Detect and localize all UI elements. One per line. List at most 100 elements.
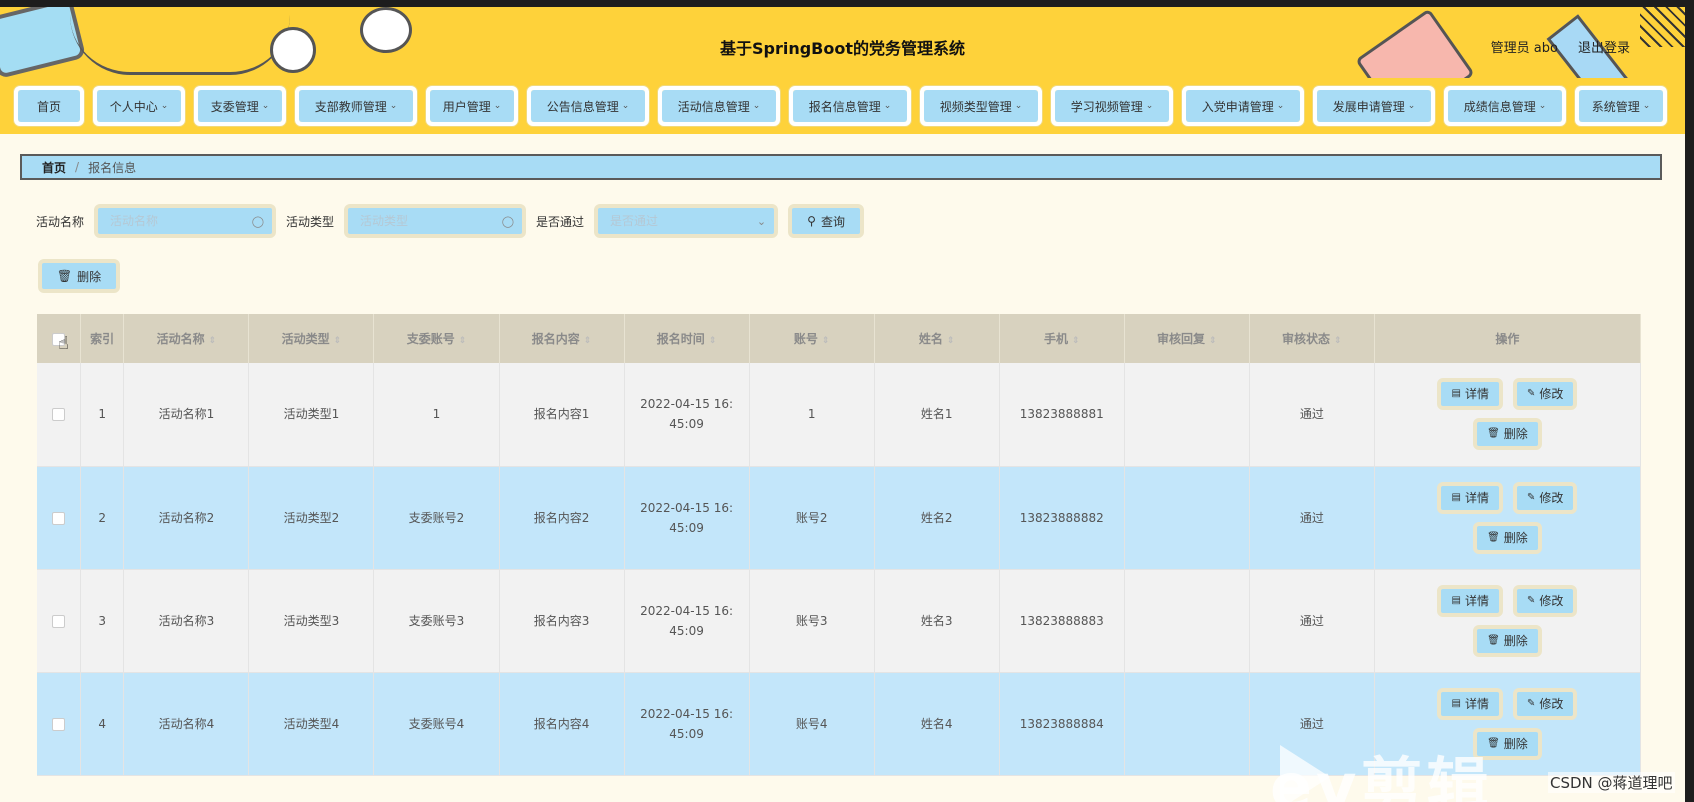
nav-item[interactable]: 报名信息管理 ⌄	[789, 86, 911, 126]
column-header[interactable]: 姓名 ⇕	[874, 314, 1000, 363]
nav-item[interactable]: 支委管理 ⌄	[194, 86, 286, 126]
nav-item[interactable]: 系统管理 ⌄	[1575, 86, 1667, 126]
site-header: 基于SpringBoot的党务管理系统 管理员 abo 退出登录	[0, 7, 1685, 78]
sort-icon[interactable]: ⇕	[584, 336, 592, 346]
nav-item[interactable]: 活动信息管理 ⌄	[658, 86, 780, 126]
nav-item-inner: 公告信息管理 ⌄	[531, 90, 645, 122]
batch-delete-button[interactable]: 🗑 删除	[38, 259, 120, 293]
nav-item-label: 学习视频管理	[1070, 99, 1143, 114]
row-checkbox[interactable]	[51, 717, 65, 731]
table-cell-content: 报名内容2	[499, 466, 625, 570]
nav-item[interactable]: 入党申请管理 ⌄	[1182, 86, 1304, 126]
column-header[interactable]: 账号 ⇕	[749, 314, 875, 363]
column-header[interactable]: 活动类型 ⇕	[248, 314, 375, 363]
chevron-down-icon: ⌄	[261, 101, 270, 111]
sort-icon[interactable]: ⇕	[1334, 336, 1342, 346]
hand-cursor-icon: ☝	[58, 333, 69, 354]
nav-item[interactable]: 公告信息管理 ⌄	[527, 86, 649, 126]
nav-item[interactable]: 视频类型管理 ⌄	[920, 86, 1042, 126]
delete-button[interactable]: 🗑 删除	[1473, 624, 1542, 657]
nav-item[interactable]: 首页	[14, 86, 84, 126]
breadcrumb-home[interactable]: 首页	[42, 159, 66, 176]
column-header: 索引	[80, 314, 125, 363]
pencil-icon: ✎	[1526, 388, 1536, 400]
table-cell-index: 1	[80, 363, 125, 467]
nav-item[interactable]: 成绩信息管理 ⌄	[1444, 86, 1566, 126]
clear-circle-icon: ◯	[251, 214, 265, 228]
edit-button[interactable]: ✎ 修改	[1512, 481, 1578, 514]
document-icon: ▤	[1451, 491, 1461, 503]
edit-button-label: 修改	[1539, 387, 1564, 402]
table-cell-person: 姓名2	[874, 466, 1000, 570]
delete-button-label: 删除	[1503, 736, 1528, 751]
table-cell-reply	[1124, 672, 1250, 776]
table-cell-type: 活动类型1	[248, 363, 375, 467]
registration-table: 索引 活动名称 ⇕ 活动类型 ⇕ 支委账号 ⇕ 报名内容 ⇕ 报名时间 ⇕ 账号 ⇕ 姓名 ⇕…	[37, 314, 1642, 776]
detail-button[interactable]: ▤ 详情	[1437, 584, 1503, 617]
nav-item[interactable]: 用户管理 ⌄	[426, 86, 518, 126]
column-header[interactable]: 审核状态 ⇕	[1249, 314, 1375, 363]
detail-button[interactable]: ▤ 详情	[1437, 378, 1503, 411]
edit-button[interactable]: ✎ 修改	[1512, 378, 1578, 411]
column-header[interactable]: 活动名称 ⇕	[123, 314, 250, 363]
passed-select[interactable]: ⌄	[594, 204, 779, 238]
nav-item-inner: 用户管理 ⌄	[430, 90, 514, 122]
table-cell-actions: ▤ 详情 ✎ 修改 🗑 删除	[1374, 569, 1642, 673]
row-checkbox[interactable]	[51, 511, 65, 525]
user-area: 管理员 abo 退出登录	[1491, 37, 1630, 56]
row-checkbox[interactable]	[51, 408, 65, 422]
edit-button-label: 修改	[1539, 593, 1564, 608]
edit-button[interactable]: ✎ 修改	[1512, 687, 1578, 720]
window-right-border	[1685, 0, 1694, 802]
column-header[interactable]: 手机 ⇕	[999, 314, 1125, 363]
delete-button[interactable]: 🗑 删除	[1473, 418, 1542, 451]
nav-item[interactable]: 支部教师管理 ⌄	[295, 86, 417, 126]
detail-button-label: 详情	[1464, 387, 1489, 402]
column-header[interactable]: 报名时间 ⇕	[624, 314, 750, 363]
passed-select-input[interactable]	[598, 208, 759, 234]
trash-icon: 🗑	[1487, 634, 1500, 646]
delete-button[interactable]: 🗑 删除	[1473, 521, 1542, 554]
column-header[interactable]: 报名内容 ⇕	[499, 314, 625, 363]
sort-icon[interactable]: ⇕	[1209, 336, 1217, 346]
column-header[interactable]: 支委账号 ⇕	[373, 314, 500, 363]
column-header[interactable]: 审核回复 ⇕	[1124, 314, 1250, 363]
row-checkbox[interactable]	[51, 614, 65, 628]
edit-button[interactable]: ✎ 修改	[1512, 584, 1578, 617]
table-cell-reply	[1124, 466, 1250, 570]
table-cell-time: 2022-04-15 16:45:09	[624, 363, 750, 467]
sort-icon[interactable]: ⇕	[709, 336, 717, 346]
query-button[interactable]: ⚲ 查询	[788, 204, 865, 238]
pencil-icon: ✎	[1526, 697, 1536, 709]
activity-name-input[interactable]	[98, 208, 259, 234]
table-cell-person: 姓名4	[874, 672, 1000, 776]
detail-button[interactable]: ▤ 详情	[1437, 481, 1503, 514]
nav-item[interactable]: 发展申请管理 ⌄	[1313, 86, 1435, 126]
table-cell-name: 活动名称1	[123, 363, 250, 467]
sort-icon[interactable]: ⇕	[947, 336, 955, 346]
table-cell-account: 账号4	[749, 672, 875, 776]
sort-icon[interactable]: ⇕	[459, 336, 467, 346]
sort-icon[interactable]: ⇕	[1072, 336, 1080, 346]
search-row: 活动名称 ◯ 活动类型 ◯ 是否通过 ⌄ ⚲ 查询	[36, 203, 865, 239]
trash-icon: 🗑	[56, 269, 73, 283]
chevron-down-icon: ⌄	[1014, 101, 1023, 111]
sort-icon[interactable]: ⇕	[822, 336, 830, 346]
user-label: 管理员 abo	[1490, 41, 1558, 56]
delete-button-label: 删除	[1503, 530, 1528, 545]
detail-button[interactable]: ▤ 详情	[1437, 687, 1503, 720]
logout-link[interactable]: 退出登录	[1578, 37, 1630, 56]
chevron-down-icon: ⌄	[752, 101, 761, 111]
nav-item[interactable]: 学习视频管理 ⌄	[1051, 86, 1173, 126]
nav-item-label: 个人中心	[109, 99, 158, 114]
chevron-down-icon: ⌄	[756, 214, 767, 228]
sort-icon[interactable]: ⇕	[209, 336, 217, 346]
breadcrumb-current: 报名信息	[88, 160, 137, 175]
csdn-watermark: CSDN @蒋道理吧	[1548, 772, 1675, 793]
activity-type-input[interactable]	[348, 208, 509, 234]
chevron-down-icon: ⌄	[1642, 101, 1651, 111]
sort-icon[interactable]: ⇕	[334, 336, 342, 346]
nav-item-label: 活动信息管理	[677, 99, 750, 114]
nav-item[interactable]: 个人中心 ⌄	[93, 86, 185, 126]
table-cell-person: 姓名1	[874, 363, 1000, 467]
